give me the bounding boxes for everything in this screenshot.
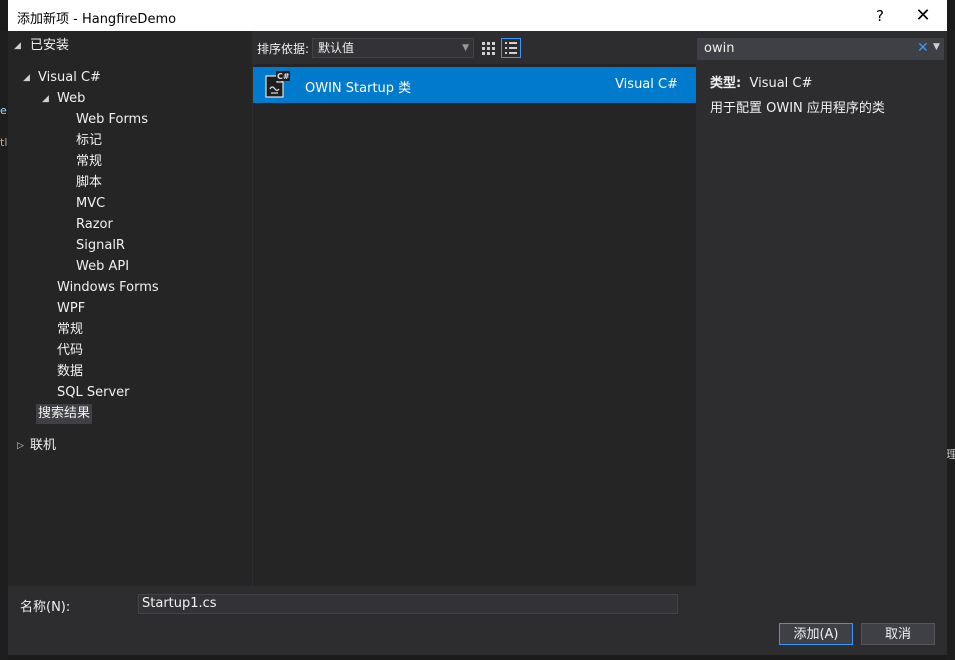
tree-node-razor[interactable]: Razor xyxy=(76,215,113,235)
search-query: owin xyxy=(704,41,735,56)
expanded-arrow-icon[interactable]: ◢ xyxy=(42,94,49,104)
tree-node-online[interactable]: 联机 xyxy=(30,436,56,456)
close-button[interactable]: ✕ xyxy=(908,3,938,29)
grid-view-button[interactable] xyxy=(478,38,498,58)
tree-node-wpf[interactable]: WPF xyxy=(57,299,85,319)
tree-node-installed[interactable]: 已安装 xyxy=(30,36,69,56)
csharp-file-icon: C# xyxy=(265,71,290,98)
expanded-arrow-icon[interactable]: ◢ xyxy=(23,73,30,83)
tree-node-web-api[interactable]: Web API xyxy=(76,257,129,277)
collapsed-arrow-icon[interactable]: ▷ xyxy=(17,441,24,451)
tree-node-visual-csharp[interactable]: Visual C# xyxy=(38,68,101,88)
add-button[interactable]: 添加(A) xyxy=(779,623,853,645)
expanded-arrow-icon[interactable]: ◢ xyxy=(14,41,21,51)
grid-view-icon xyxy=(482,42,495,55)
dialog-title: 添加新项 - HangfireDemo xyxy=(17,12,177,27)
clear-search-icon[interactable]: ✕ xyxy=(917,40,929,56)
template-language: Visual C# xyxy=(615,77,678,92)
template-description: 用于配置 OWIN 应用程序的类 xyxy=(710,101,885,116)
template-name: OWIN Startup 类 xyxy=(305,81,412,96)
add-new-item-dialog: 添加新项 - HangfireDemo ? ✕ ◢ 已安装 ◢ Visual C… xyxy=(8,0,947,655)
chevron-down-icon[interactable]: ▼ xyxy=(933,42,940,52)
cancel-button[interactable]: 取消 xyxy=(861,623,935,645)
background-code-fragment: e xyxy=(0,104,7,117)
type-info: 类型: Visual C# xyxy=(710,72,812,91)
tree-node-data[interactable]: 数据 xyxy=(57,362,83,382)
tree-node-windows-forms[interactable]: Windows Forms xyxy=(57,278,159,298)
template-item-owin-startup[interactable]: C# OWIN Startup 类 Visual C# xyxy=(253,67,696,103)
tree-node-script[interactable]: 脚本 xyxy=(76,173,102,193)
background-code-fragment: 理 xyxy=(946,448,955,461)
csharp-badge: C# xyxy=(277,72,290,81)
tree-node-tag[interactable]: 标记 xyxy=(76,131,102,151)
help-button[interactable]: ? xyxy=(868,5,892,27)
tree-node-code[interactable]: 代码 xyxy=(57,341,83,361)
search-input[interactable]: owin ✕ ▼ xyxy=(697,38,944,60)
category-tree: ◢ 已安装 ◢ Visual C# ◢ Web Web Forms 标记 常规 … xyxy=(8,31,252,586)
background-editor-right xyxy=(947,31,955,660)
tree-node-search-results[interactable]: 搜索结果 xyxy=(36,404,93,424)
dialog-footer: 名称(N): Startup1.cs 添加(A) 取消 xyxy=(8,586,947,655)
name-label: 名称(N): xyxy=(20,600,71,615)
type-value: Visual C# xyxy=(749,76,813,91)
type-key: 类型: xyxy=(710,76,742,91)
sort-dropdown[interactable]: 默认值 ▼ xyxy=(312,38,474,58)
background-editor-left xyxy=(0,31,8,660)
tree-node-web-forms[interactable]: Web Forms xyxy=(76,110,148,130)
tree-node-sql-server[interactable]: SQL Server xyxy=(57,383,130,403)
template-list: C# OWIN Startup 类 Visual C# xyxy=(253,64,696,586)
list-view-icon xyxy=(505,42,517,54)
chevron-down-icon: ▼ xyxy=(462,43,469,53)
details-pane: 类型: Visual C# 用于配置 OWIN 应用程序的类 xyxy=(697,64,947,586)
sort-by-label: 排序依据: xyxy=(257,42,310,56)
sort-dropdown-value: 默认值 xyxy=(318,41,355,55)
list-view-button[interactable] xyxy=(501,38,521,58)
tree-node-signalr[interactable]: SignalR xyxy=(76,236,125,256)
name-field[interactable]: Startup1.cs xyxy=(138,594,678,614)
background-code-fragment: tl xyxy=(0,136,8,149)
tree-node-web[interactable]: Web xyxy=(57,89,85,109)
tree-node-general[interactable]: 常规 xyxy=(76,152,102,172)
title-bar[interactable]: 添加新项 - HangfireDemo ? ✕ xyxy=(8,0,947,31)
tree-node-general[interactable]: 常规 xyxy=(57,320,83,340)
tree-node-mvc[interactable]: MVC xyxy=(76,194,105,214)
